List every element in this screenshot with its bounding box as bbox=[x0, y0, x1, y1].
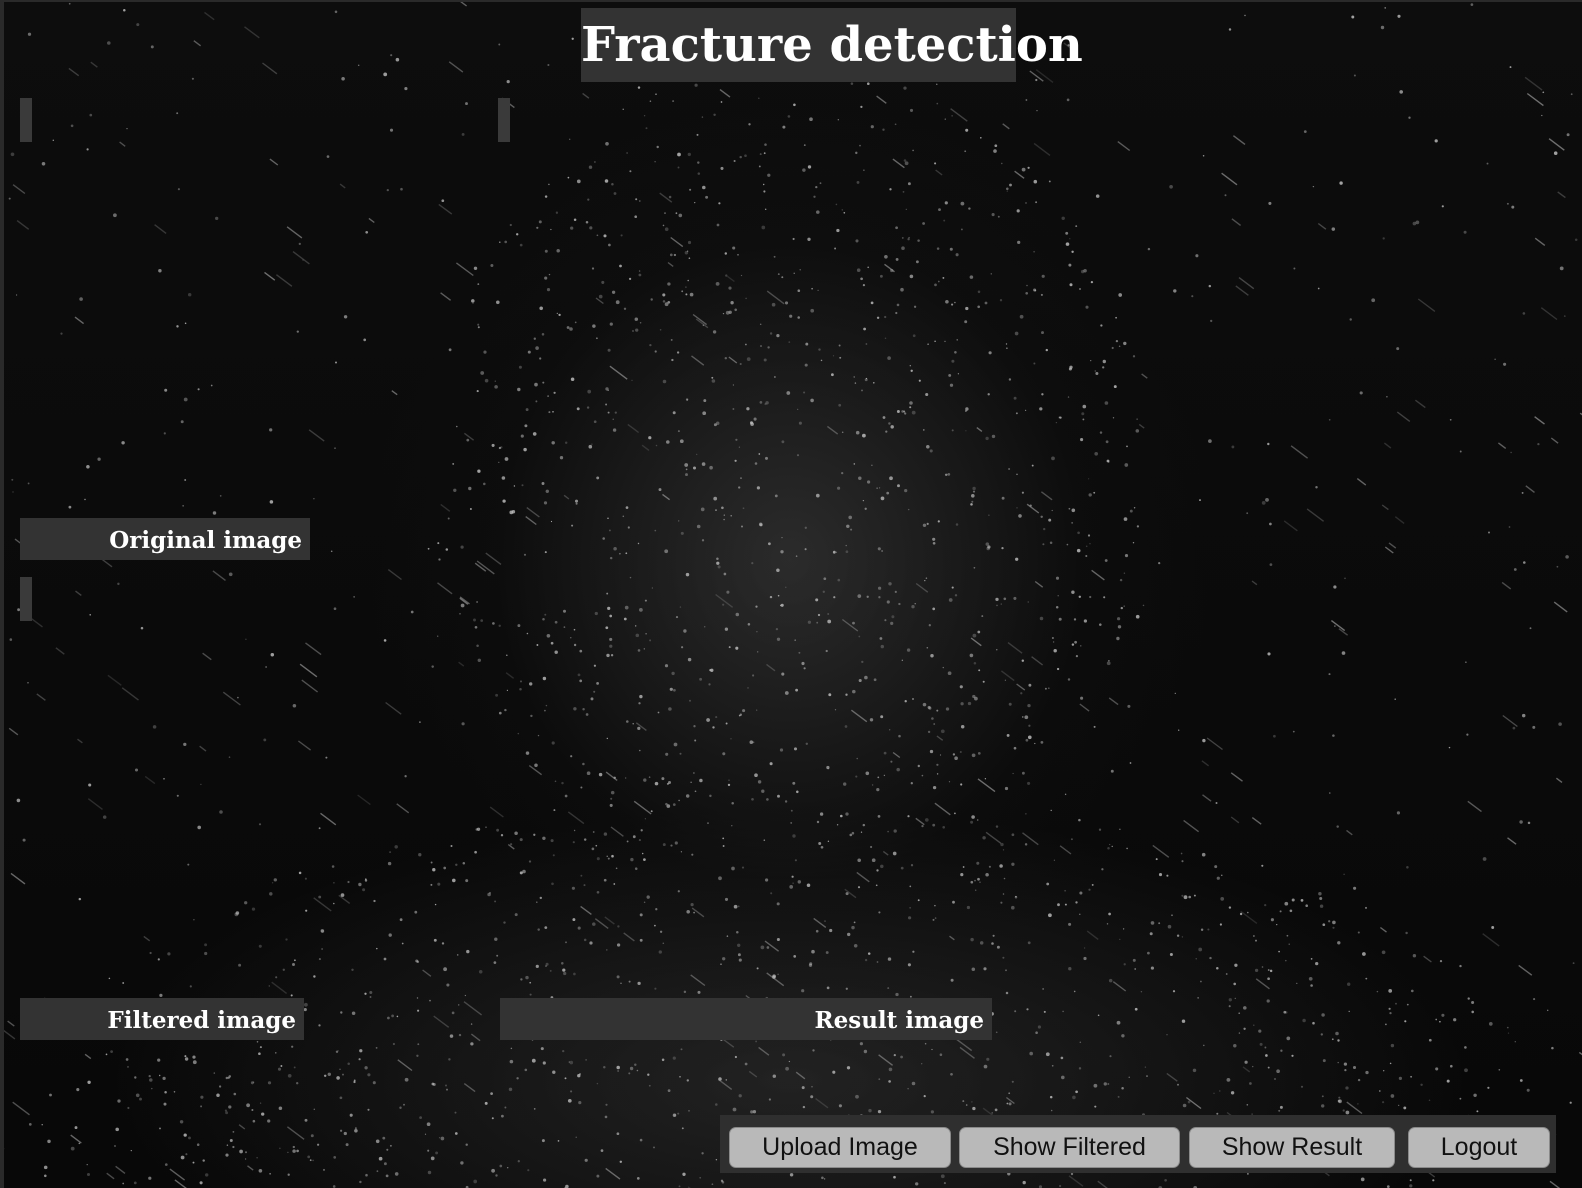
original-image-label: Original image bbox=[20, 518, 310, 560]
result-image-label: Result image bbox=[500, 998, 992, 1040]
window-top-border bbox=[0, 0, 1582, 2]
page-title: Fracture detection bbox=[581, 8, 1083, 82]
image-placeholder-top-right bbox=[498, 98, 510, 142]
original-image-placeholder bbox=[20, 98, 32, 142]
app-window: Fracture detection Original image Filter… bbox=[0, 0, 1582, 1188]
window-left-border bbox=[0, 0, 4, 1188]
upload-image-button[interactable]: Upload Image bbox=[729, 1127, 951, 1168]
show-result-button[interactable]: Show Result bbox=[1189, 1127, 1395, 1168]
show-filtered-button[interactable]: Show Filtered bbox=[959, 1127, 1180, 1168]
filtered-image-label: Filtered image bbox=[20, 998, 304, 1040]
logout-button[interactable]: Logout bbox=[1408, 1127, 1550, 1168]
filtered-image-placeholder bbox=[20, 577, 32, 621]
